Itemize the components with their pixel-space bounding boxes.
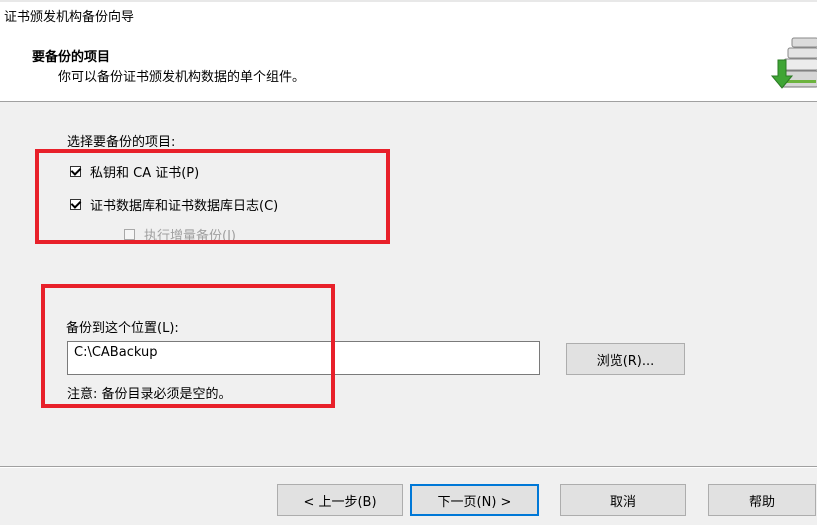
wizard-header: 证书颁发机构备份向导 要备份的项目 你可以备份证书颁发机构数据的单个组件。 [0, 0, 817, 102]
title-bar-edge [0, 0, 817, 2]
highlight-box-items [35, 149, 390, 244]
window-title: 证书颁发机构备份向导 [4, 10, 135, 25]
cancel-button[interactable]: 取消 [560, 484, 686, 516]
backup-wizard-icon [770, 37, 817, 89]
next-button[interactable]: 下一页(N) > [410, 484, 539, 516]
page-subheading: 你可以备份证书颁发机构数据的单个组件。 [58, 70, 306, 85]
back-button[interactable]: < 上一步(B) [277, 484, 403, 516]
help-button[interactable]: 帮助 [708, 484, 816, 516]
highlight-box-location [41, 284, 335, 408]
footer-divider-highlight [0, 467, 817, 468]
browse-button[interactable]: 浏览(R)... [566, 343, 685, 375]
page-heading: 要备份的项目 [32, 50, 111, 65]
items-label: 选择要备份的项目: [67, 135, 176, 150]
